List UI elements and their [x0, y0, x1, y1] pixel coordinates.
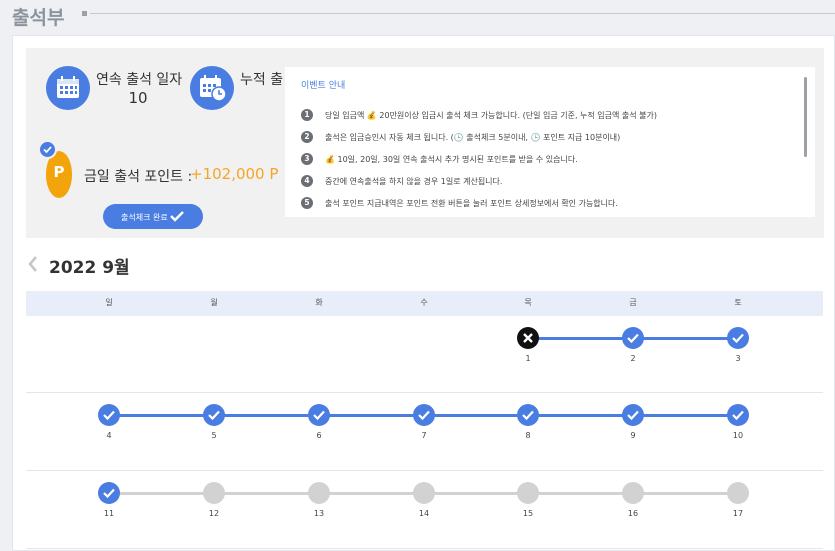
checkin-complete-button[interactable]: 출석체크 완료 [103, 204, 203, 229]
day-number: 6 [316, 431, 322, 440]
day-number: 9 [630, 431, 636, 440]
day-number: 2 [630, 354, 636, 363]
streak-line [214, 492, 319, 495]
streak-line [109, 492, 214, 495]
notice-title: 이벤트 안내 [301, 81, 346, 91]
calendar-clock-icon [190, 66, 234, 110]
notice-item-text: 출석 포인트 지급내역은 포인트 전환 버튼을 눌러 포인트 상세정보에서 확인… [325, 199, 618, 208]
day-number: 1 [525, 354, 531, 363]
notice-item-number: 5 [301, 197, 313, 209]
day-number: 16 [627, 509, 639, 518]
streak-line [319, 414, 424, 417]
attendance-check-icon [308, 404, 330, 426]
notice-item-text: 💰 10일, 20일, 30일 연속 출석시 추가 명시된 포인트를 받을 수 … [325, 155, 578, 164]
streak-line [528, 414, 633, 417]
title-divider-dot [82, 11, 87, 16]
weekday-sun: 일 [105, 298, 113, 307]
streak-line [319, 492, 424, 495]
attendance-check-icon [203, 404, 225, 426]
consecutive-days-value: 10 [128, 89, 148, 107]
attendance-summary: 연속 출석 일자 10 누적 출 P 금일 출석 포인트 : +102,000 [26, 48, 824, 238]
streak-line [424, 414, 528, 417]
notice-item-text: 당일 입금액 💰 20만원이상 입금시 출석 체크 가능합니다. (단일 입금 … [325, 111, 658, 120]
weekday-thu: 목 [524, 298, 532, 307]
day-number: 11 [103, 509, 115, 518]
event-notice-panel: 이벤트 안내 1 당일 입금액 💰 20만원이상 입금시 출석 체크 가능합니다… [285, 67, 815, 217]
streak-line [528, 337, 633, 340]
cumulative-days-label: 누적 출 [240, 72, 284, 88]
week-row-divider [26, 548, 823, 549]
attendance-pending-icon [517, 482, 539, 504]
notice-item-number: 3 [301, 153, 313, 165]
week-row-divider [26, 470, 823, 471]
coin-letter: P [53, 163, 65, 181]
streak-line [214, 414, 319, 417]
month-label: 2022 9월 [49, 258, 130, 278]
check-icon [38, 140, 57, 159]
day-number: 3 [735, 354, 741, 363]
day-number: 12 [208, 509, 220, 518]
attendance-check-icon [727, 327, 749, 349]
notice-item-number: 2 [301, 131, 313, 143]
attendance-check-icon [98, 482, 120, 504]
day-number: 13 [313, 509, 325, 518]
weekday-wed: 수 [420, 298, 428, 307]
notice-item-text: 중간에 연속출석을 하지 않을 경우 1일로 계산됩니다. [325, 177, 503, 186]
attendance-check-icon [98, 404, 120, 426]
calendar-icon [46, 66, 90, 110]
notice-item-text: 출석은 입금승인시 자동 체크 됩니다. (🕒 출석체크 5분이내, 🕒 포인트… [325, 133, 621, 142]
weekday-header: 일월화수목금토 [26, 291, 823, 316]
page-title: 출석부 [12, 7, 65, 29]
consecutive-days-label: 연속 출석 일자 [96, 72, 183, 88]
today-points-label: 금일 출석 포인트 : [84, 169, 193, 185]
streak-line [109, 414, 214, 417]
check-icon [170, 211, 184, 222]
attendance-check-icon [622, 327, 644, 349]
today-points-value: +102,000 P [190, 165, 279, 183]
week-row-divider [26, 392, 823, 393]
checkin-button-label: 출석체크 완료 [121, 213, 168, 222]
attendance-pending-icon [413, 482, 435, 504]
attendance-card: 연속 출석 일자 10 누적 출 P 금일 출석 포인트 : +102,000 [12, 35, 835, 551]
attendance-pending-icon [308, 482, 330, 504]
weekday-fri: 금 [629, 298, 637, 307]
day-number: 10 [732, 431, 744, 440]
attendance-pending-icon [622, 482, 644, 504]
notice-item-number: 4 [301, 175, 313, 187]
attendance-missed-icon [517, 327, 539, 349]
notice-item-number: 1 [301, 109, 313, 121]
title-divider-line [90, 13, 835, 14]
attendance-check-icon [727, 404, 749, 426]
attendance-pending-icon [203, 482, 225, 504]
weekday-tue: 화 [315, 298, 323, 307]
attendance-check-icon [413, 404, 435, 426]
streak-line [633, 414, 738, 417]
weekday-sat: 토 [734, 298, 742, 307]
day-number: 15 [522, 509, 534, 518]
attendance-check-icon [622, 404, 644, 426]
streak-line [424, 492, 528, 495]
streak-line [633, 337, 738, 340]
attendance-pending-icon [727, 482, 749, 504]
weekday-mon: 월 [210, 298, 218, 307]
day-number: 7 [421, 431, 427, 440]
day-number: 14 [418, 509, 430, 518]
streak-line [633, 492, 738, 495]
day-number: 5 [211, 431, 217, 440]
day-number: 8 [525, 431, 531, 440]
chevron-left-icon[interactable] [27, 255, 39, 273]
streak-line [528, 492, 633, 495]
page-header: 출석부 [0, 0, 835, 36]
day-number: 17 [732, 509, 744, 518]
notice-scrollbar[interactable] [804, 77, 807, 157]
day-number: 4 [106, 431, 112, 440]
attendance-check-icon [517, 404, 539, 426]
